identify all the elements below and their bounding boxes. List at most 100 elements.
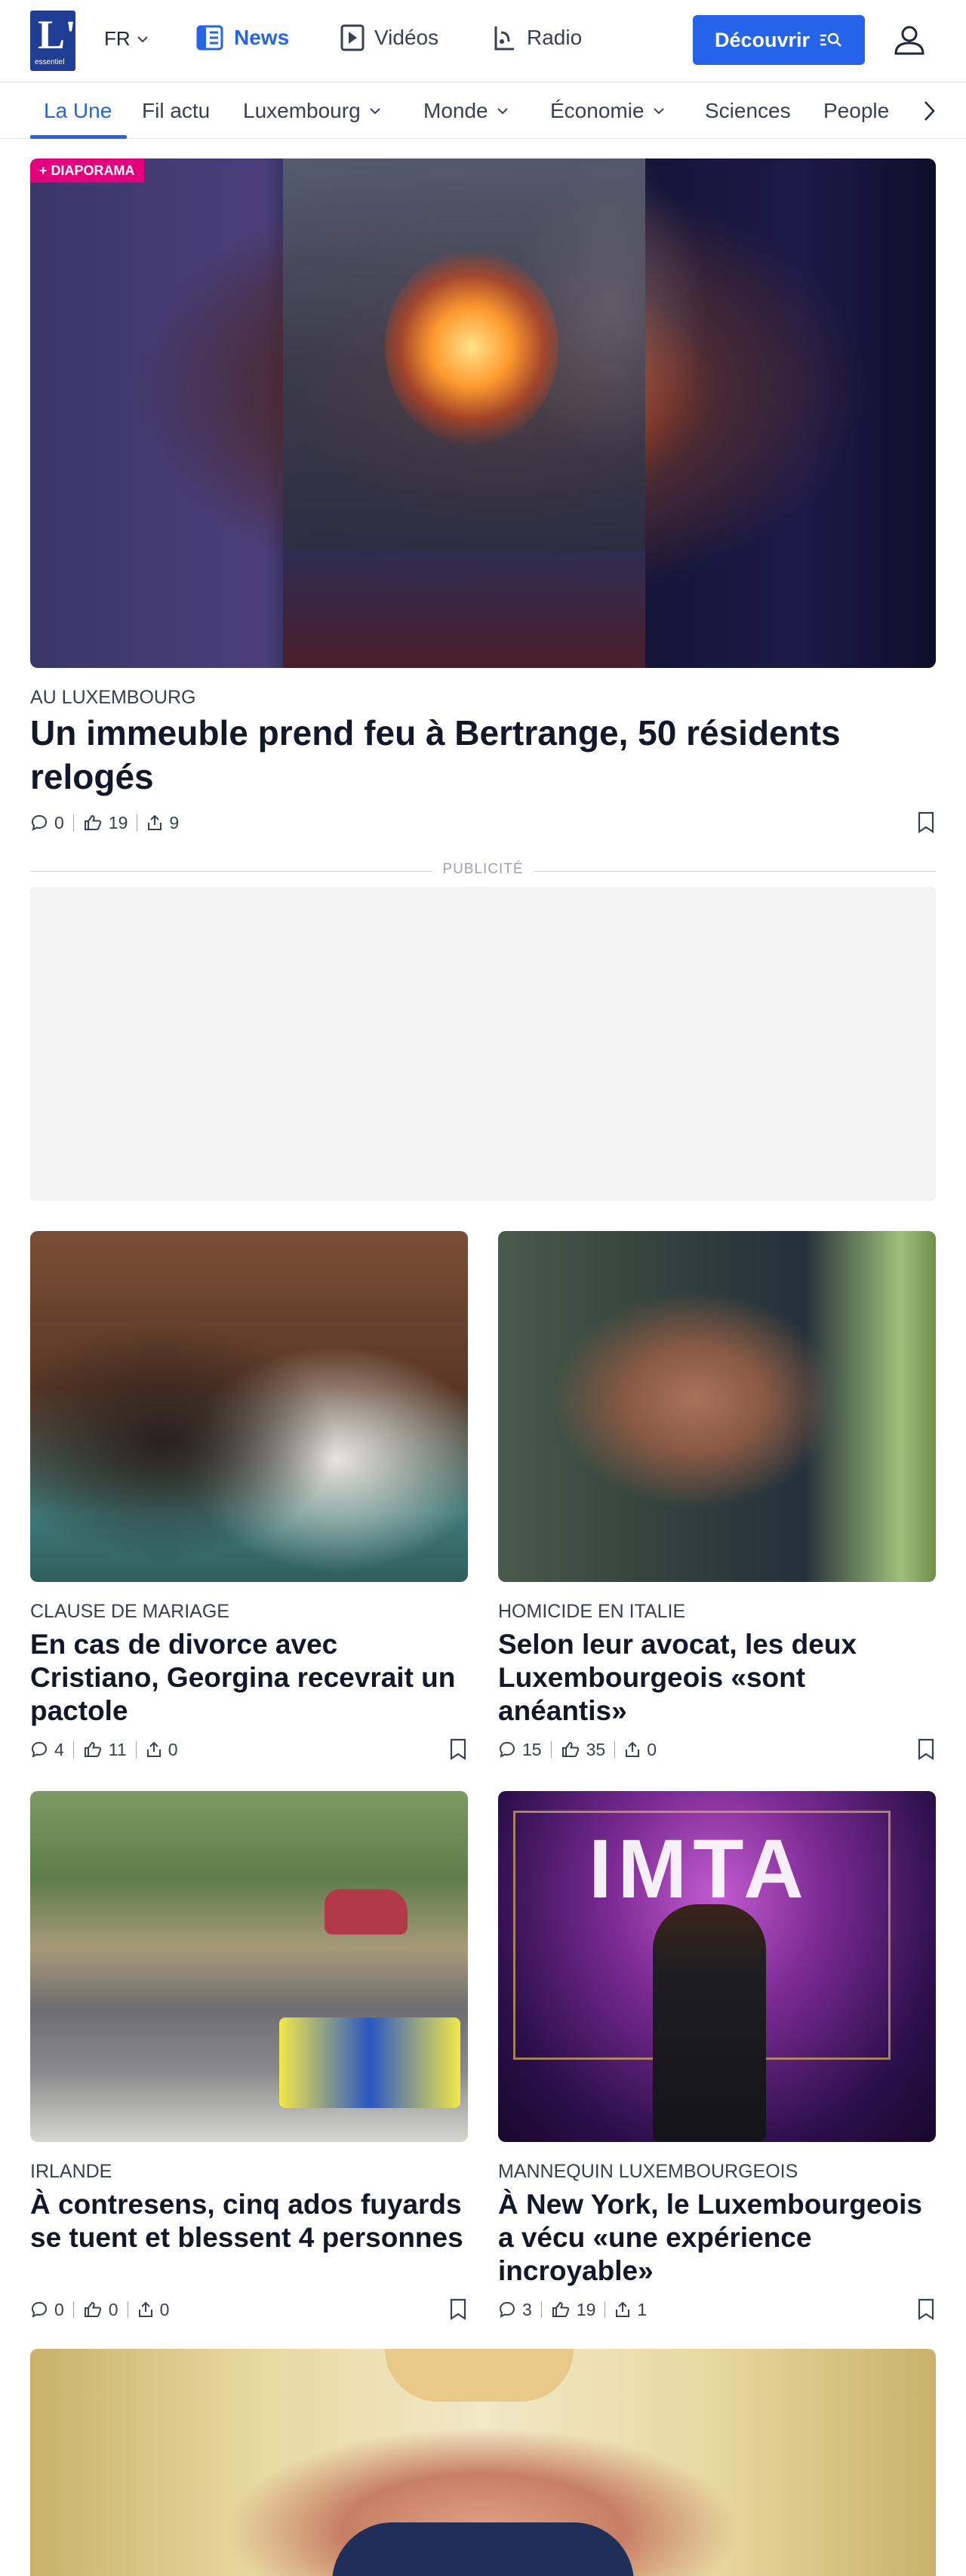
comments-count[interactable]: 4 [30,1740,64,1760]
share-icon [616,2301,630,2317]
site-header: L' essentiel FR News Vidéos Radio Découv… [0,0,966,82]
likes-value: 19 [108,812,128,833]
nav-radio[interactable]: Radio [492,23,582,53]
article-image[interactable] [30,1231,468,1582]
stats-divider [614,1741,616,1758]
hero-article-image[interactable] [30,158,936,668]
thumbs-up-icon [84,1741,101,1757]
comment-icon [31,2301,48,2318]
article-image[interactable] [498,1231,936,1582]
hero-title[interactable]: Un immeuble prend feu à Bertrange, 50 ré… [30,711,921,799]
likes-count[interactable]: 0 [83,2300,118,2320]
shares-count[interactable]: 0 [137,2299,170,2320]
logo-letter: L' [38,12,77,57]
share-icon [146,1741,161,1757]
comments-count[interactable]: 0 [30,813,64,833]
category-economie[interactable]: Économie [550,96,667,126]
news-icon [196,25,223,51]
likes-value: 11 [108,1739,127,1759]
stats-divider [540,2301,542,2318]
shares-count[interactable]: 1 [614,2300,647,2320]
shares-count[interactable]: 9 [146,813,179,833]
category-nav: La Une Fil actu Luxembourg Monde Économi… [0,82,966,139]
comments-count[interactable]: 0 [30,2300,64,2320]
article-title[interactable]: Selon leur avocat, les deux Luxembourgeo… [498,1628,936,1728]
comment-icon [31,1741,48,1758]
active-category-indicator [30,135,127,139]
image-suit-shape [332,2522,634,2576]
comments-value: 0 [54,2299,64,2319]
stats-divider [72,814,74,831]
article-title[interactable]: À New York, le Luxembourgeois a vécu «un… [498,2188,936,2288]
nav-videos-label: Vidéos [374,26,439,49]
likes-count[interactable]: 19 [551,2300,595,2320]
likes-count[interactable]: 19 [83,813,128,833]
shares-value: 9 [169,812,180,833]
shares-count[interactable]: 0 [624,1740,657,1760]
image-fire-shape [385,249,558,445]
discover-button[interactable]: Découvrir [693,15,865,65]
stats-divider [135,1741,137,1758]
likes-count[interactable]: 11 [83,1740,127,1760]
category-label: Monde [423,99,488,122]
chevron-down-icon [137,35,148,42]
category-label: People [823,99,890,122]
article-stats: 4 11 0 [30,1738,177,1761]
category-label: Luxembourg [243,99,361,122]
site-logo[interactable]: L' essentiel [30,11,77,71]
category-label: Économie [550,99,645,122]
article-image[interactable]: IMTA [498,1791,936,2142]
share-icon [148,814,162,830]
article-image[interactable] [30,2349,936,2576]
image-red-tent-shape [325,1889,408,1934]
radio-icon [494,26,514,51]
shares-value: 1 [637,2299,648,2319]
category-luxembourg[interactable]: Luxembourg [243,96,383,126]
article-kicker: HOMICIDE EN ITALIE [498,1601,686,1622]
bookmark-icon[interactable] [916,811,936,834]
article-kicker: MANNEQUIN LUXEMBOURGEOIS [498,2161,798,2182]
nav-news-label: News [234,26,290,49]
likes-count[interactable]: 35 [561,1740,605,1760]
bookmark-icon[interactable] [916,1738,936,1761]
thumbs-up-icon [552,2301,569,2317]
bookmark-icon[interactable] [448,1738,468,1761]
nav-videos[interactable]: Vidéos [340,23,438,53]
language-label: FR [104,27,131,50]
category-people[interactable]: People [823,96,889,126]
article-title[interactable]: À contresens, cinq ados fuyards se tuent… [30,2188,468,2254]
category-label: Fil actu [142,99,211,122]
category-scroll-right-button[interactable] [903,93,955,129]
comments-value: 0 [54,812,64,833]
nav-news[interactable]: News [195,23,289,53]
chevron-right-icon [924,101,935,121]
comments-value: 3 [522,2299,532,2319]
category-la-une[interactable]: La Une [44,96,112,126]
ad-slot[interactable] [30,887,936,1201]
thumbs-up-icon [561,1741,579,1757]
article-stats: 3 19 1 [498,2298,647,2321]
comments-count[interactable]: 3 [498,2300,532,2320]
shares-value: 0 [159,2299,170,2319]
category-fil-actu[interactable]: Fil actu [142,96,210,126]
category-sciences[interactable]: Sciences [705,96,791,126]
logo-text: essentiel [35,58,65,66]
user-account-icon[interactable] [891,21,928,59]
shares-value: 0 [168,1739,178,1759]
hero-kicker: AU LUXEMBOURG [30,687,196,708]
shares-count[interactable]: 0 [146,1739,178,1760]
article-image[interactable] [30,1791,468,2142]
image-person-shape [653,1904,766,2142]
search-list-icon [820,32,841,47]
ad-label-row: PUBLICITÉ [0,861,966,878]
nav-radio-label: Radio [527,26,583,49]
category-monde[interactable]: Monde [423,96,511,126]
language-selector[interactable]: FR [104,27,150,51]
comments-count[interactable]: 15 [498,1740,542,1760]
thumbs-up-icon [84,814,101,830]
chevron-down-icon [369,108,380,115]
bookmark-icon[interactable] [448,2298,468,2321]
article-title[interactable]: En cas de divorce avec Cristiano, Georgi… [30,1628,468,1728]
image-hair-shape [385,2349,574,2402]
bookmark-icon[interactable] [916,2298,936,2321]
